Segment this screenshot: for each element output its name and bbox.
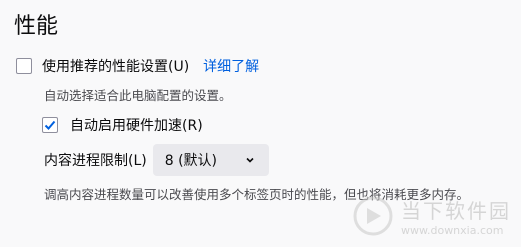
process-limit-select[interactable]: 8 (默认) xyxy=(152,144,269,176)
watermark: 当下软件园 www.downxia.com xyxy=(353,195,511,237)
hardware-accel-checkbox[interactable] xyxy=(42,117,58,133)
recommended-settings-row: 使用推荐的性能设置(U) 详细了解 xyxy=(16,56,259,76)
watermark-logo-icon xyxy=(353,196,393,236)
hardware-accel-row: 自动启用硬件加速(R) xyxy=(42,115,203,135)
recommended-settings-checkbox[interactable] xyxy=(16,58,32,74)
learn-more-link[interactable]: 详细了解 xyxy=(203,56,259,76)
watermark-brand: 当下软件园 xyxy=(401,199,511,223)
hardware-accel-label[interactable]: 自动启用硬件加速(R) xyxy=(70,115,203,135)
chevron-down-icon xyxy=(245,155,255,165)
checkmark-icon xyxy=(44,120,56,130)
process-limit-value: 8 (默认) xyxy=(164,153,218,169)
recommended-settings-label[interactable]: 使用推荐的性能设置(U) xyxy=(42,56,189,76)
process-limit-row: 内容进程限制(L) 8 (默认) xyxy=(44,144,269,176)
section-title: 性能 xyxy=(14,14,59,39)
process-limit-label: 内容进程限制(L) xyxy=(44,153,147,169)
recommended-settings-hint: 自动选择适合此电脑配置的设置。 xyxy=(44,88,232,103)
watermark-url: www.downxia.com xyxy=(401,224,504,237)
